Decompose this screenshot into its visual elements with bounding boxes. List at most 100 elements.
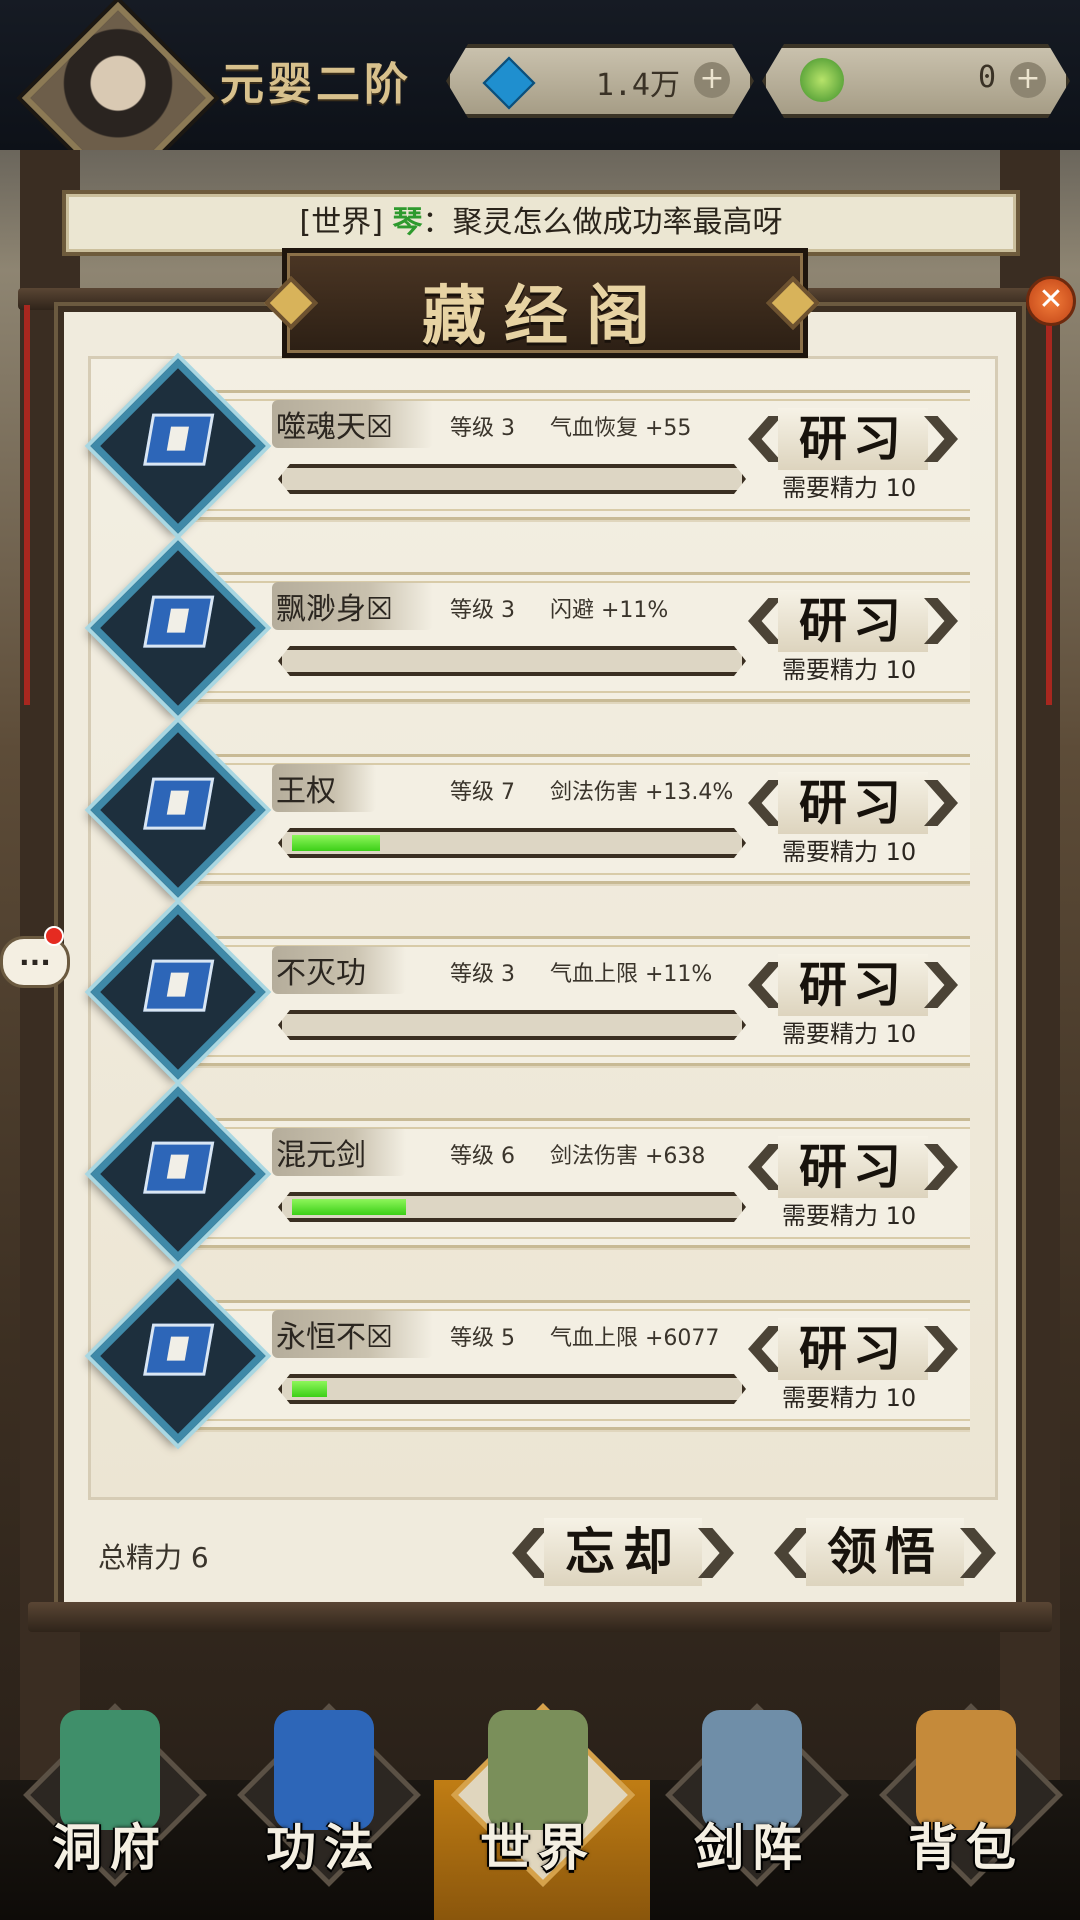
forget-button[interactable]: 忘却 <box>512 1510 734 1594</box>
study-label: 研习 <box>798 593 907 649</box>
comprehend-button[interactable]: 领悟 <box>774 1510 996 1594</box>
energy-cost: 需要精力 10 <box>782 1202 917 1230</box>
skill-row[interactable]: 不灭功 等级 3 气血上限 +11% 研习需要精力 10 <box>90 904 980 1080</box>
chevron-left-icon <box>748 598 782 644</box>
nav-label: 洞府 <box>52 1818 168 1877</box>
skill-name: 噬魂天☒ <box>272 400 433 448</box>
chevron-left-icon <box>748 1326 782 1372</box>
skill-progress-bar <box>278 646 746 676</box>
book-icon <box>143 1141 215 1194</box>
spirit-gem-counter: 1.4万 + <box>446 44 754 118</box>
study-button[interactable]: 研习 <box>748 584 958 658</box>
skill-name: 王权 <box>272 764 376 812</box>
add-gem-button[interactable]: + <box>694 62 730 98</box>
book-icon <box>143 777 215 830</box>
study-button-body: 研习 <box>778 408 928 470</box>
skill-level: 等级 7 <box>450 780 515 805</box>
study-label: 研习 <box>798 775 907 831</box>
study-button[interactable]: 研习 <box>748 402 958 476</box>
book-icon <box>143 413 215 466</box>
spirit-gem-icon <box>482 56 535 109</box>
jade-coin-counter: 0 + <box>762 44 1070 118</box>
skill-progress-bar <box>278 464 746 494</box>
book-icon <box>143 959 215 1012</box>
book-label <box>166 426 189 451</box>
nav-label: 功法 <box>266 1818 382 1877</box>
top-bar: 元婴二阶 1.4万 + 0 + <box>0 0 1080 195</box>
nav-item-world-map[interactable]: 世界 <box>434 1690 650 1920</box>
study-label: 研习 <box>798 1139 907 1195</box>
chat-channel: [世界] <box>299 205 383 240</box>
energy-cost: 需要精力 10 <box>782 838 917 866</box>
study-label: 研习 <box>798 957 907 1013</box>
skill-progress-fill <box>292 1199 406 1215</box>
nav-label: 世界 <box>480 1818 596 1877</box>
chevron-left-icon <box>748 780 782 826</box>
book-label <box>166 790 189 815</box>
study-button-body: 研习 <box>778 1318 928 1380</box>
skill-effect: 剑法伤害 +638 <box>550 1144 706 1169</box>
study-button[interactable]: 研习 <box>748 1130 958 1204</box>
skill-progress-fill <box>292 835 380 851</box>
study-button[interactable]: 研习 <box>748 1312 958 1386</box>
energy-cost: 需要精力 10 <box>782 656 917 684</box>
skill-level: 等级 3 <box>450 598 515 623</box>
chat-separator: ： <box>422 205 453 240</box>
tassel-right <box>1046 305 1052 705</box>
nav-item-sword-array[interactable]: 剑阵 <box>652 1690 852 1920</box>
energy-cost: 需要精力 10 <box>782 474 917 502</box>
skill-level: 等级 6 <box>450 1144 515 1169</box>
nav-label: 背包 <box>908 1818 1024 1877</box>
world-chat-bar[interactable]: [世界] 琴：聚灵怎么做成功率最高呀 <box>62 190 1020 256</box>
skill-progress-fill <box>292 1381 327 1397</box>
notification-dot <box>44 926 64 946</box>
skill-row[interactable]: 永恒不☒ 等级 5 气血上限 +6077 研习 需要精力 10 <box>90 1268 980 1444</box>
study-button[interactable]: 研习 <box>748 948 958 1022</box>
scroll-bottom-rod <box>28 1602 1052 1632</box>
nav-item-technique-book[interactable]: 功法 <box>224 1690 424 1920</box>
chevron-left-icon <box>748 416 782 462</box>
skill-row[interactable]: 混元剑 等级 6 剑法伤害 +638 研习 需要精力 10 <box>90 1086 980 1262</box>
chevron-right-icon <box>960 1528 996 1578</box>
skill-effect: 气血上限 +11% <box>550 962 713 987</box>
chevron-right-icon <box>924 1144 958 1190</box>
add-jade-button[interactable]: + <box>1010 62 1046 98</box>
jade-coin-icon <box>800 58 844 102</box>
total-energy: 总精力 6 <box>98 1541 209 1574</box>
skill-progress-bar <box>278 1192 746 1222</box>
panel-title-plaque: 藏经阁 <box>282 248 808 358</box>
study-button[interactable]: 研习 <box>748 766 958 840</box>
chevron-right-icon <box>924 1326 958 1372</box>
skill-row[interactable]: 噬魂天☒ 等级 3 气血恢复 +55 研习 需要精力 10 <box>90 358 980 534</box>
skill-row[interactable]: 王权 等级 7 剑法伤害 +13.4% 研习需要精力 10 <box>90 722 980 898</box>
cultivation-rank: 元婴二阶 <box>220 59 412 110</box>
nav-item-bag[interactable]: 背包 <box>866 1690 1066 1920</box>
skill-effect: 气血恢复 +55 <box>550 416 692 441</box>
comprehend-button-body: 领悟 <box>806 1518 964 1586</box>
skill-effect: 闪避 +11% <box>550 598 669 623</box>
chevron-right-icon <box>924 416 958 462</box>
chat-speaker: 琴 <box>392 205 423 240</box>
study-label: 研习 <box>798 411 907 467</box>
jade-coin-value: 0 <box>977 60 996 95</box>
book-label <box>166 608 189 633</box>
chevron-right-icon <box>698 1528 734 1578</box>
skill-name: 不灭功 <box>272 946 406 994</box>
skill-level: 等级 3 <box>450 962 515 987</box>
book-icon <box>143 595 215 648</box>
energy-cost: 需要精力 10 <box>782 1020 917 1048</box>
chevron-left-icon <box>512 1528 548 1578</box>
chevron-right-icon <box>924 780 958 826</box>
skill-progress-bar <box>278 828 746 858</box>
forget-button-body: 忘却 <box>544 1518 702 1586</box>
skill-progress-bar <box>278 1374 746 1404</box>
chevron-right-icon <box>924 598 958 644</box>
study-button-body: 研习 <box>778 954 928 1016</box>
close-icon[interactable]: ✕ <box>1026 276 1076 326</box>
nav-item-cave-dwelling[interactable]: 洞府 <box>10 1690 210 1920</box>
skill-progress-bar <box>278 1010 746 1040</box>
book-icon <box>143 1323 215 1376</box>
skill-row[interactable]: 飘渺身☒ 等级 3 闪避 +11% 研习 需要精力 10 <box>90 540 980 716</box>
skill-effect: 剑法伤害 +13.4% <box>550 780 734 805</box>
chat-message: 聚灵怎么做成功率最高呀 <box>452 205 783 240</box>
